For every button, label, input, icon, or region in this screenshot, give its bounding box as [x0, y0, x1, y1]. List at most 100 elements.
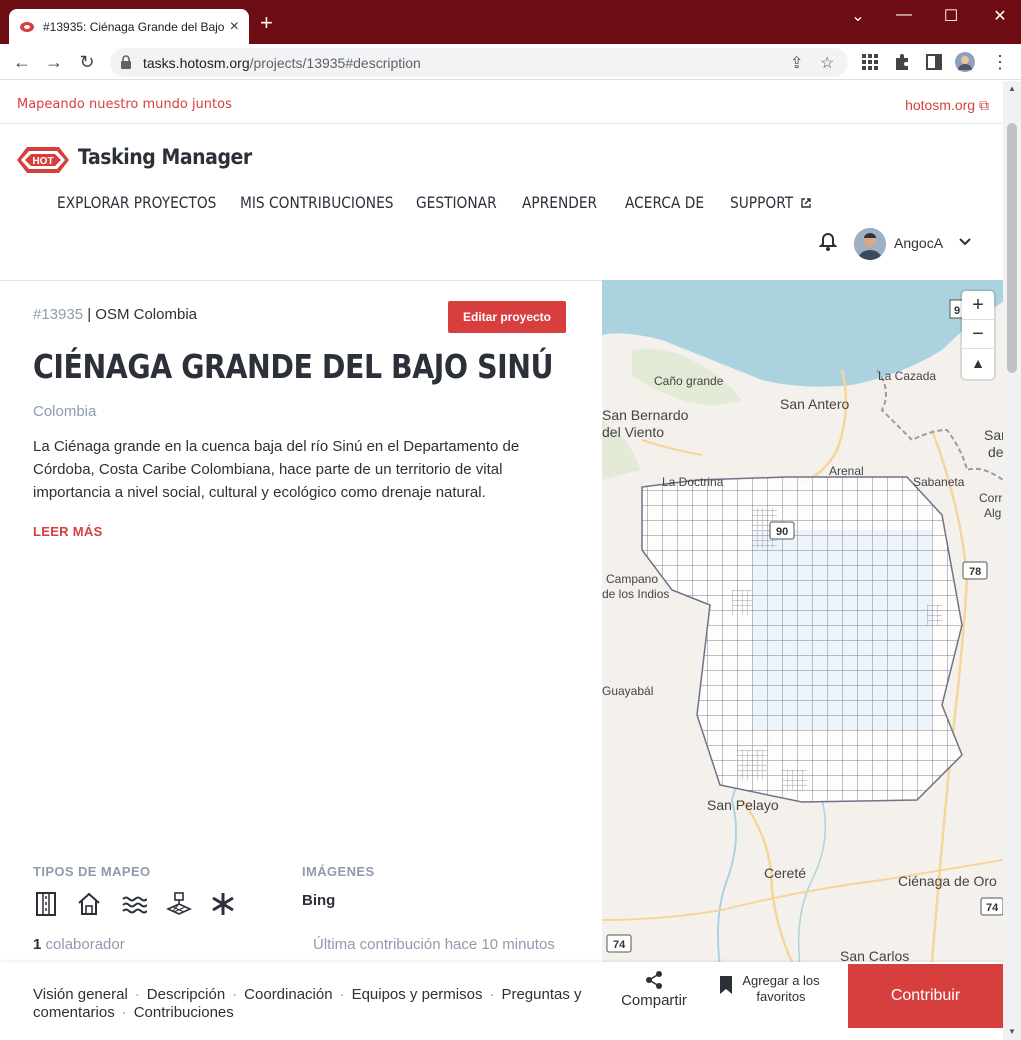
address-bar[interactable]: tasks.hotosm.org/projects/13935#descript…	[110, 48, 848, 77]
svg-text:78: 78	[969, 566, 981, 578]
svg-text:9: 9	[954, 305, 960, 317]
svg-text:90: 90	[776, 526, 788, 538]
browser-tab[interactable]: #13935: Ciénaga Grande del Bajo Sinú ×	[9, 9, 249, 44]
hot-favicon-icon	[20, 21, 34, 32]
project-bottom-bar: Visión general · Descripción · Coordinación ·…	[0, 962, 1003, 1040]
browser-titlebar: #13935: Ciénaga Grande del Bajo Sinú × +…	[0, 0, 1021, 44]
extensions-grid-icon[interactable]	[860, 52, 880, 72]
puzzle-icon[interactable]	[892, 52, 912, 72]
maximize-icon[interactable]: ☐	[936, 6, 966, 26]
other-icon	[212, 893, 234, 915]
minimize-icon[interactable]: —	[889, 6, 919, 24]
username[interactable]: AngocA	[894, 235, 943, 251]
zoom-in-button[interactable]: +	[962, 291, 994, 320]
nav-contributions[interactable]: Contribuciones	[134, 1004, 234, 1021]
tagline: Mapeando nuestro mundo juntos	[17, 97, 232, 112]
nav-coordination[interactable]: Coordinación	[244, 986, 332, 1003]
external-link-icon	[801, 198, 811, 208]
svg-text:Corr: Corr	[979, 491, 1002, 505]
external-link-icon: ⧉	[979, 97, 989, 113]
user-avatar[interactable]	[854, 228, 886, 260]
svg-text:San Bernardo: San Bernardo	[602, 407, 689, 423]
project-map[interactable]: Caño grande San Antero La Cazada San Ber…	[602, 280, 1003, 962]
browser-menu-icon[interactable]: ⋮	[988, 50, 1012, 74]
roads-icon	[36, 892, 56, 916]
svg-text:Cereté: Cereté	[764, 865, 806, 881]
nav-description[interactable]: Descripción	[147, 986, 225, 1003]
menu-explore-projects[interactable]: EXPLORAR PROYECTOS	[57, 193, 216, 212]
mapping-types-label: TIPOS DE MAPEO	[33, 864, 151, 879]
bookmark-star-icon[interactable]: ☆	[820, 53, 834, 73]
svg-text:Guayabál: Guayabál	[602, 684, 653, 698]
svg-text:74: 74	[613, 939, 626, 951]
side-panel-icon[interactable]	[924, 52, 944, 72]
page-scrollbar[interactable]: ▲ ▼	[1003, 81, 1021, 1040]
svg-text:Campano: Campano	[606, 572, 658, 586]
lock-icon	[121, 55, 131, 69]
reload-icon[interactable]: ↻	[75, 50, 99, 74]
menu-about[interactable]: ACERCA DE	[625, 193, 704, 212]
project-country: Colombia	[33, 403, 97, 420]
scroll-down-icon[interactable]: ▼	[1008, 1027, 1016, 1036]
menu-support[interactable]: SUPPORT	[730, 193, 793, 212]
svg-text:La Doctrina: La Doctrina	[662, 475, 724, 489]
svg-text:del Viento: del Viento	[602, 424, 664, 440]
svg-text:Sar: Sar	[984, 427, 1003, 443]
svg-text:de: de	[988, 444, 1003, 460]
svg-text:Caño grande: Caño grande	[654, 374, 724, 388]
hot-logo[interactable]: HOT	[17, 143, 69, 177]
profile-avatar-icon[interactable]	[955, 52, 975, 72]
nav-teams-permissions[interactable]: Equipos y permisos	[352, 986, 483, 1003]
contribute-button[interactable]: Contribuir	[848, 964, 1003, 1028]
waterways-icon	[122, 896, 147, 914]
url-text: tasks.hotosm.org/projects/13935#descript…	[143, 55, 421, 71]
share-page-icon[interactable]: ⇪	[790, 53, 803, 73]
chevron-down-icon[interactable]	[958, 235, 972, 249]
svg-text:Alg: Alg	[984, 506, 1001, 520]
contributors-count: 1 colaborador	[33, 936, 125, 953]
back-icon[interactable]: ←	[10, 50, 34, 74]
nav-overview[interactable]: Visión general	[33, 986, 128, 1003]
bookmark-icon	[720, 976, 732, 994]
svg-text:74: 74	[986, 902, 999, 914]
compass-reset-button[interactable]: ▲	[962, 349, 994, 378]
menu-learn[interactable]: APRENDER	[522, 193, 597, 212]
menu-manage[interactable]: GESTIONAR	[416, 193, 497, 212]
hotosm-link[interactable]: hotosm.org ⧉	[905, 97, 989, 114]
share-button[interactable]: Compartir	[616, 970, 692, 1009]
landuse-icon	[166, 892, 192, 915]
top-banner: Mapeando nuestro mundo juntos hotosm.org…	[0, 81, 1003, 124]
svg-text:de los Indios: de los Indios	[602, 587, 669, 601]
notifications-bell-icon[interactable]	[818, 232, 838, 252]
project-id-org: #13935 | OSM Colombia	[33, 306, 197, 323]
svg-text:San Antero: San Antero	[780, 396, 849, 412]
new-tab-button[interactable]: +	[260, 12, 273, 34]
imagery-value: Bing	[302, 892, 336, 909]
buildings-icon	[78, 892, 100, 915]
project-title: CIÉNAGA GRANDE DEL BAJO SINÚ	[33, 347, 554, 386]
svg-text:HOT: HOT	[32, 156, 53, 167]
map-zoom-controls: + − ▲	[962, 291, 994, 379]
edit-project-button[interactable]: Editar proyecto	[448, 301, 566, 333]
tab-search-icon[interactable]: ⌄	[843, 6, 873, 26]
tab-close-icon[interactable]: ×	[230, 18, 239, 36]
svg-text:San Pelayo: San Pelayo	[707, 797, 779, 813]
brand-title[interactable]: Tasking Manager	[78, 145, 252, 169]
forward-icon[interactable]: →	[42, 50, 66, 74]
section-nav: Visión general · Descripción · Coordinación ·…	[33, 986, 582, 1021]
share-icon	[646, 971, 662, 989]
imagery-label: IMÁGENES	[302, 864, 375, 879]
zoom-out-button[interactable]: −	[962, 320, 994, 349]
add-favorite-button[interactable]: Agregar a los favoritos	[716, 970, 826, 1005]
browser-toolbar: ← → ↻ tasks.hotosm.org/projects/13935#de…	[0, 44, 1021, 80]
project-description: La Ciénaga grande en la cuenca baja del …	[33, 438, 520, 501]
scroll-up-icon[interactable]: ▲	[1008, 84, 1016, 93]
svg-text:San Carlos: San Carlos	[840, 948, 909, 962]
map-canvas[interactable]: Caño grande San Antero La Cazada San Ber…	[602, 280, 1003, 962]
page: Mapeando nuestro mundo juntos hotosm.org…	[0, 81, 1003, 1040]
scrollbar-thumb[interactable]	[1007, 123, 1017, 373]
svg-text:La Cazada: La Cazada	[878, 369, 936, 383]
read-more-link[interactable]: LEER MÁS	[33, 524, 103, 539]
menu-my-contributions[interactable]: MIS CONTRIBUCIONES	[240, 193, 394, 212]
close-icon[interactable]: ✕	[985, 6, 1015, 26]
